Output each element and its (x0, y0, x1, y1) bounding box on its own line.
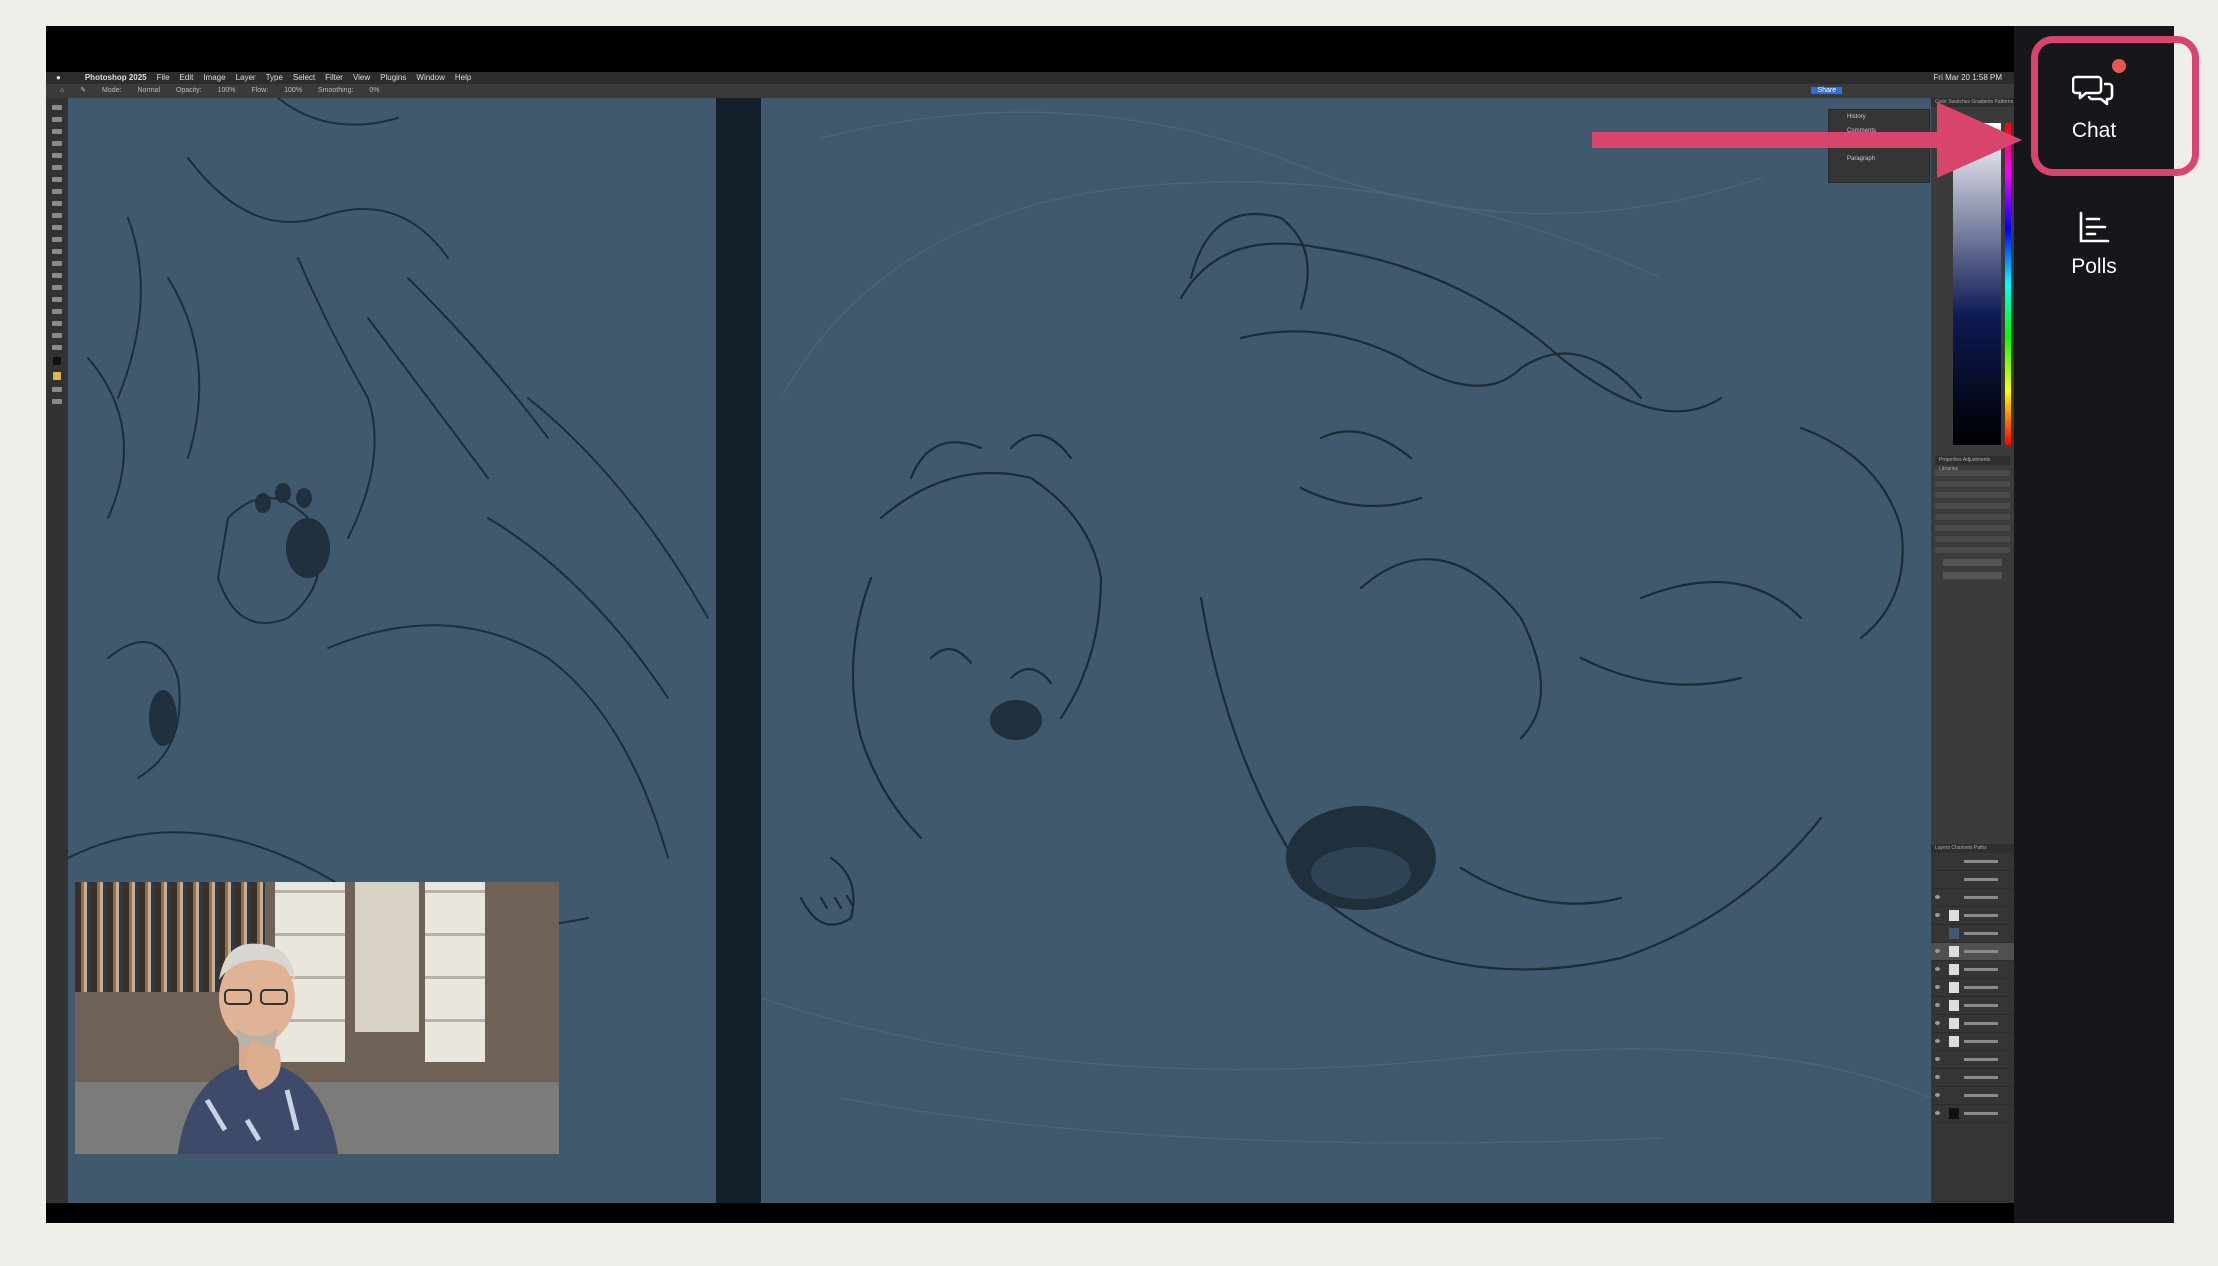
canvas-divider (716, 98, 761, 1203)
menu-select: Select (292, 73, 316, 82)
flow-value: 100% (284, 87, 303, 94)
layer-row (1931, 1069, 2014, 1087)
layer-row (1931, 853, 2014, 871)
menu-filter: Filter (325, 73, 343, 82)
marquee-tool-icon (52, 117, 62, 122)
hand-tool-icon (52, 321, 62, 326)
layer-row (1931, 925, 2014, 943)
layer-row (1931, 961, 2014, 979)
brush-tool-icon (52, 189, 62, 194)
layers-panel: Layers Channels Paths (1931, 844, 2014, 1203)
layer-row (1931, 979, 2014, 997)
poll-bars-icon (2079, 211, 2110, 243)
sketch-bears (761, 111, 1931, 1144)
menu-window: Window (416, 73, 445, 82)
smoothing-label: Smoothing: (318, 87, 354, 94)
webcam-overlay (75, 882, 559, 1154)
history-brush-icon (52, 213, 62, 218)
brush-icon: ✎ (80, 87, 87, 94)
menu-layer: Layer (235, 73, 256, 82)
layer-row (1931, 1087, 2014, 1105)
mode-label: Mode: (102, 87, 122, 94)
shape-tool-icon (52, 309, 62, 314)
polls-label: Polls (2071, 255, 2117, 278)
blur-tool-icon (52, 249, 62, 254)
path-tool-icon (52, 297, 62, 302)
flow-label: Flow: (251, 87, 269, 94)
eyedropper-tool-icon (52, 165, 62, 170)
lasso-tool-icon (52, 129, 62, 134)
menu-help: Help (454, 73, 472, 82)
layer-row (1931, 871, 2014, 889)
stream-sidebar: Chat Polls (2014, 26, 2174, 1223)
options-bar: ⌂ ✎ Mode: Normal Opacity: 100% Flow: 100… (46, 84, 2014, 98)
polls-button[interactable]: Polls (2014, 184, 2174, 304)
quickmask-icon (52, 387, 62, 392)
properties-panel: Properties Adjustments Libraries (1935, 456, 2010, 796)
foreground-color-icon (53, 357, 61, 365)
layer-row (1931, 1015, 2014, 1033)
layer-row (1931, 889, 2014, 907)
tools-panel (46, 98, 68, 1203)
crop-tool-icon (52, 153, 62, 158)
home-icon: ⌂ (60, 87, 65, 94)
layer-row (1931, 1051, 2014, 1069)
pointer-arrow (1592, 102, 2022, 178)
app-name: Photoshop 2025 (84, 73, 147, 82)
share-button: Share (1811, 87, 1843, 94)
canvas-main-view (761, 98, 1931, 1203)
type-tool-icon (52, 285, 62, 290)
streamer-person (177, 943, 339, 1154)
layer-row (1931, 1033, 2014, 1051)
menu-file: File (156, 73, 170, 82)
select-subject-button (1943, 572, 2002, 579)
layers-tabs: Layers Channels Paths (1931, 844, 2014, 853)
zoom-tool-icon (52, 333, 62, 338)
opacity-label: Opacity: (175, 87, 202, 94)
menu-type: Type (265, 73, 283, 82)
photoshop-right-panels: Color Swatches Gradients Patterns Proper… (1931, 98, 2014, 1203)
menu-plugins: Plugins (380, 73, 407, 82)
screen-mode-icon (52, 399, 62, 404)
menubar-clock: Fri Mar 20 1:58 PM (1933, 73, 2002, 82)
move-tool-icon (52, 105, 62, 110)
remove-background-button (1943, 559, 2002, 566)
video-player[interactable]: ● Photoshop 2025 File Edit Image Layer T… (46, 26, 2014, 1223)
layer-row (1931, 997, 2014, 1015)
chat-highlight-box (2031, 36, 2199, 176)
layer-row (1931, 1105, 2014, 1123)
cabinet (355, 882, 419, 1032)
dodge-tool-icon (52, 261, 62, 266)
gradient-tool-icon (52, 237, 62, 242)
properties-tabs: Properties Adjustments Libraries (1935, 456, 2010, 472)
eraser-tool-icon (52, 225, 62, 230)
heal-tool-icon (52, 177, 62, 182)
menu-view: View (352, 73, 371, 82)
stamp-tool-icon (52, 201, 62, 206)
smoothing-value: 0% (369, 87, 380, 94)
mac-menubar: ● Photoshop 2025 File Edit Image Layer T… (46, 72, 2014, 84)
pen-tool-icon (52, 273, 62, 278)
more-tools-icon (52, 345, 62, 350)
window-right (425, 882, 485, 1062)
wand-tool-icon (52, 141, 62, 146)
menu-edit: Edit (179, 73, 194, 82)
layer-row (1931, 943, 2014, 961)
layer-row (1931, 907, 2014, 925)
menu-image: Image (203, 73, 226, 82)
background-color-icon (53, 372, 61, 380)
stream-stage: ● Photoshop 2025 File Edit Image Layer T… (46, 26, 2014, 1223)
opacity-value: 100% (217, 87, 236, 94)
mode-value: Normal (137, 87, 160, 94)
apple-icon: ● (56, 73, 61, 82)
